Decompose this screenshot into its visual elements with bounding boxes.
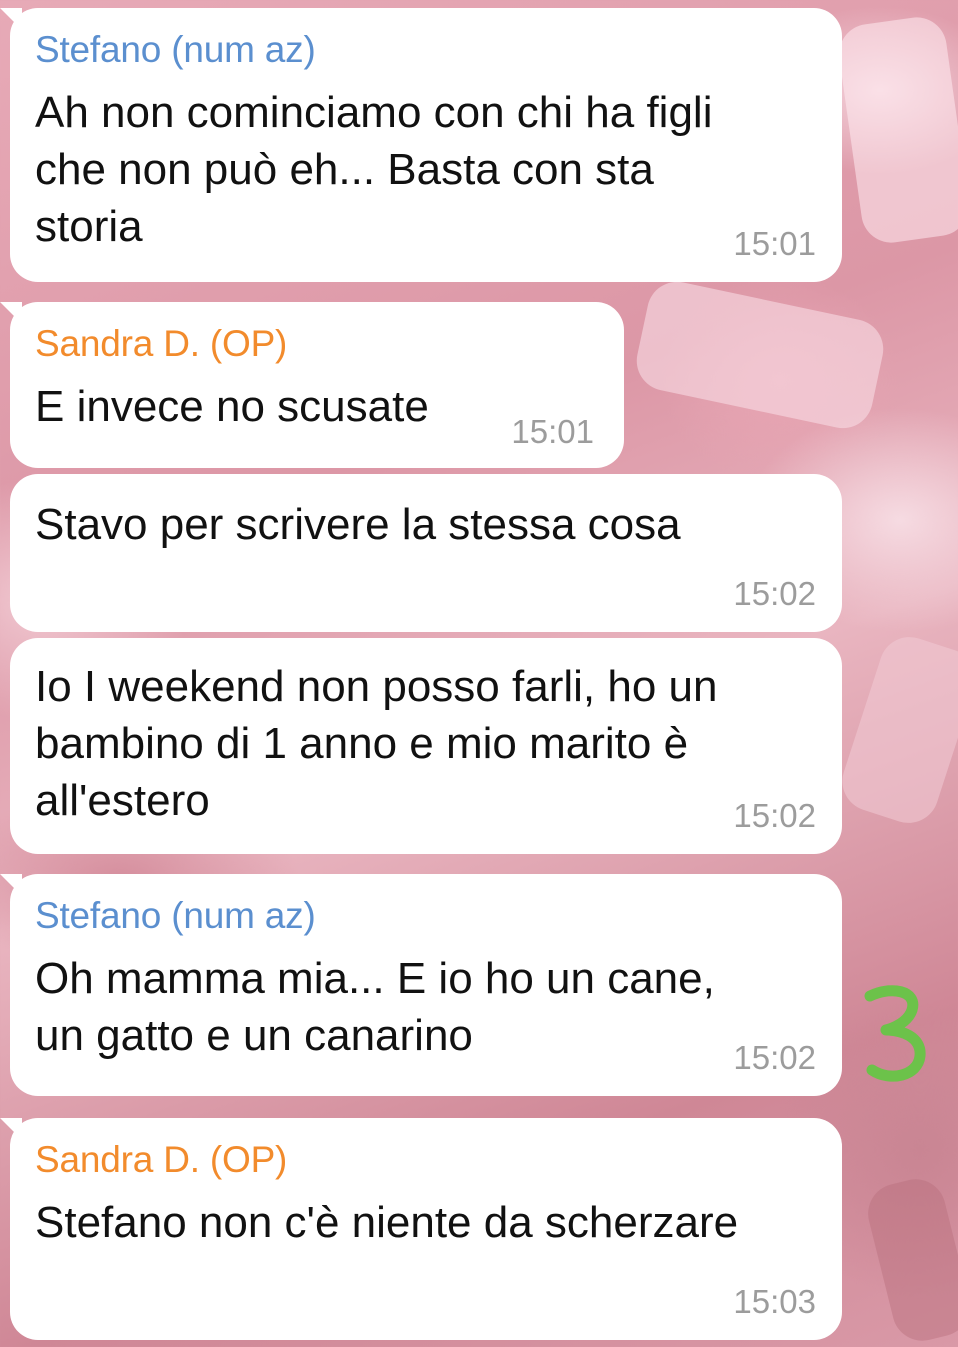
message-text: Oh mamma mia... E io ho un cane, un gatt… <box>35 954 715 1060</box>
background-shard <box>631 276 889 434</box>
message-time: 15:02 <box>733 575 816 612</box>
message-bubble[interactable]: Stefano (num az) Oh mamma mia... E io ho… <box>0 874 842 1096</box>
handwritten-3-stroke <box>864 985 926 1082</box>
handwritten-number-annotation <box>864 985 926 1082</box>
background-shard <box>835 13 958 247</box>
message-text: Io I weekend non posso farli, ho un bamb… <box>35 662 718 825</box>
message-text: Stavo per scrivere la stessa cosa <box>35 500 681 549</box>
message-text: Stefano non c'è niente da scherzare <box>35 1198 739 1247</box>
message-bubble[interactable]: Sandra D. (OP) E invece no scusate 15:01 <box>0 302 624 468</box>
message-sender[interactable]: Stefano (num az) <box>35 28 816 72</box>
background-shard <box>861 1172 958 1347</box>
message-bubble[interactable]: Io I weekend non posso farli, ho un bamb… <box>10 638 842 854</box>
message-bubble[interactable]: Sandra D. (OP) Stefano non c'è niente da… <box>0 1118 842 1340</box>
message-time: 15:01 <box>511 413 594 450</box>
message-sender[interactable]: Sandra D. (OP) <box>35 322 598 366</box>
message-time: 15:03 <box>733 1283 816 1320</box>
message-time: 15:02 <box>733 797 816 834</box>
message-text: Ah non cominciamo con chi ha figli che n… <box>35 88 713 251</box>
message-time: 15:02 <box>733 1039 816 1076</box>
message-bubble[interactable]: Stefano (num az) Ah non cominciamo con c… <box>0 8 842 282</box>
message-bubble[interactable]: Stavo per scrivere la stessa cosa 15:02 <box>10 474 842 632</box>
message-sender[interactable]: Stefano (num az) <box>35 894 816 938</box>
message-sender[interactable]: Sandra D. (OP) <box>35 1138 816 1182</box>
message-time: 15:01 <box>733 225 816 262</box>
background-shard <box>834 629 958 831</box>
